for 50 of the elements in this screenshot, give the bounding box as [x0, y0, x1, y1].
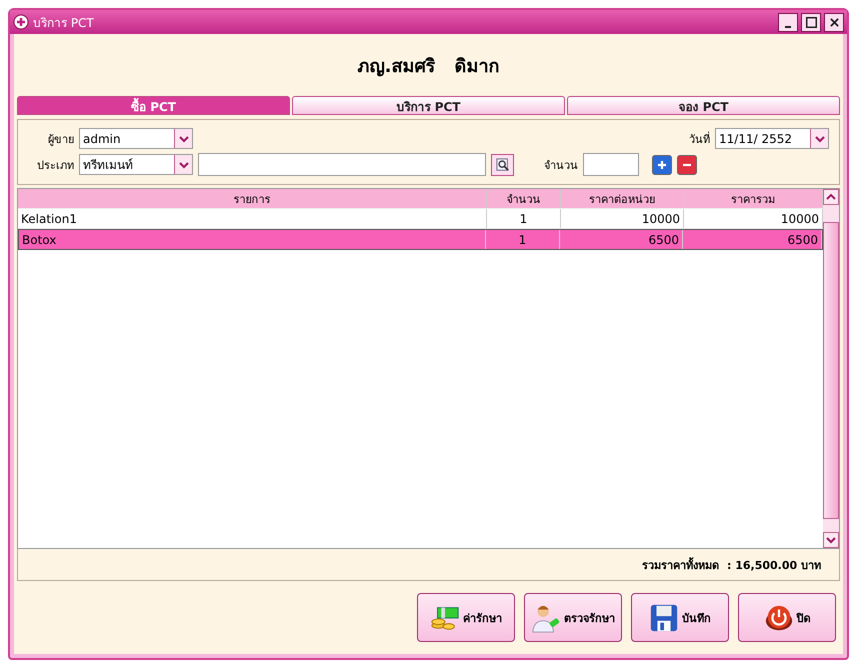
scroll-thumb[interactable]: [823, 222, 839, 519]
window-title: บริการ PCT: [33, 14, 95, 32]
field-label: จำนวน: [543, 158, 578, 174]
field-label: ผู้ขาย: [47, 132, 74, 148]
scroll-down-icon[interactable]: [823, 532, 839, 548]
minimize-button[interactable]: [778, 12, 798, 32]
field-label: ประเภท: [36, 158, 74, 174]
maximize-icon: [806, 16, 816, 28]
table-cell: 10000: [561, 209, 684, 228]
table-cell: 6500: [560, 230, 683, 249]
field-label: วันที่: [688, 130, 710, 148]
close-button[interactable]: [824, 12, 844, 32]
dropdown-icon: [174, 155, 192, 174]
column-header[interactable]: จำนวน: [487, 189, 561, 208]
table-cell: 1: [487, 209, 561, 228]
table-cell: Botox: [19, 230, 486, 249]
table-row[interactable]: Botox 1 6500 6500: [18, 229, 823, 250]
close-icon: [830, 18, 838, 26]
total-label: รวมราคาทั้งหมด: [642, 556, 719, 574]
type-dropdown[interactable]: ทรีทเมนท์: [79, 154, 193, 175]
action-button[interactable]: ปิด: [738, 593, 836, 642]
add-button[interactable]: [652, 154, 672, 174]
plus-icon: [656, 158, 668, 170]
dropdown-icon: [174, 129, 192, 148]
search-button[interactable]: [491, 154, 514, 176]
maximize-button[interactable]: [801, 12, 821, 32]
column-header[interactable]: ราคาต่อหน่วย: [561, 189, 684, 208]
remove-button[interactable]: [677, 154, 697, 174]
action-button[interactable]: ค่ารักษา: [417, 593, 515, 642]
search-field[interactable]: [198, 153, 486, 176]
patient-name: ภญ.สมศริ ดิมาก: [358, 54, 500, 78]
search-icon: [496, 158, 510, 172]
total-value: : 16,500.00 บาท: [727, 558, 821, 574]
date-picker[interactable]: 11/11/ 2552: [715, 128, 829, 149]
table-cell: Kelation1: [18, 209, 487, 228]
minimize-icon: [785, 26, 791, 28]
table-cell: 6500: [683, 230, 822, 249]
column-header[interactable]: รายการ: [18, 189, 487, 208]
action-button[interactable]: บันทึก: [631, 593, 729, 642]
dropdown-icon: [810, 129, 828, 148]
seller-dropdown[interactable]: admin: [79, 128, 193, 149]
tab[interactable]: จอง PCT: [567, 96, 840, 115]
scroll-up-icon[interactable]: [823, 189, 839, 205]
plus-icon: [13, 14, 29, 30]
action-button[interactable]: ตรวจรักษา: [524, 593, 622, 642]
scrollbar[interactable]: [823, 189, 839, 548]
tab[interactable]: บริการ PCT: [292, 96, 565, 115]
tab[interactable]: ซื้อ PCT: [17, 96, 290, 115]
quantity-field[interactable]: [583, 153, 639, 176]
table-cell: 1: [486, 230, 560, 249]
